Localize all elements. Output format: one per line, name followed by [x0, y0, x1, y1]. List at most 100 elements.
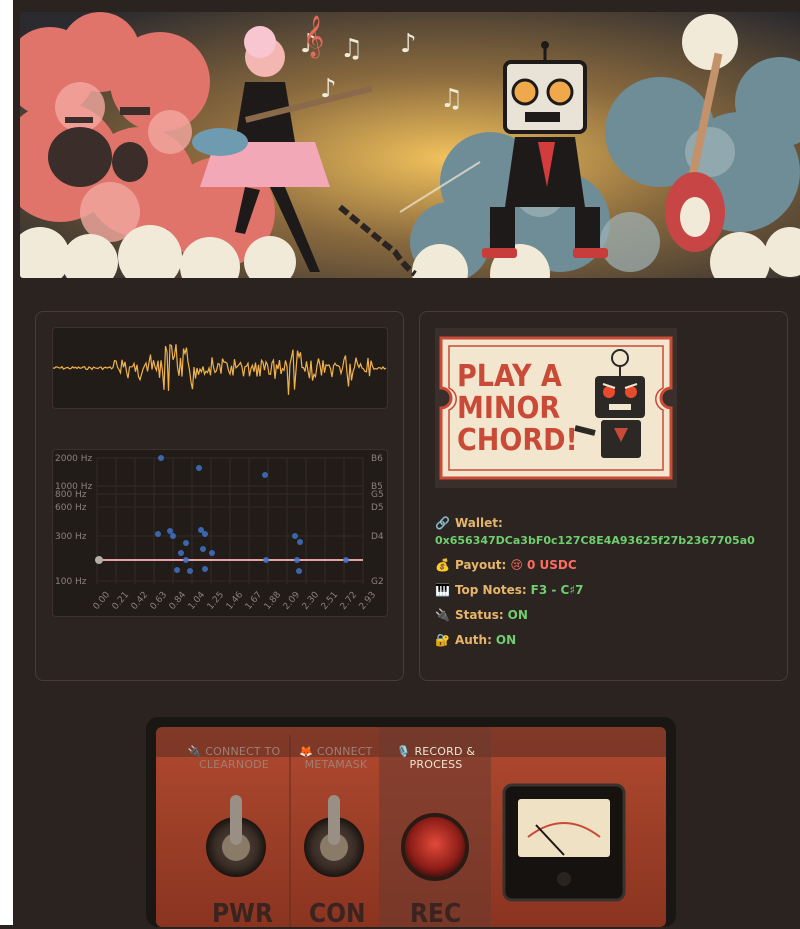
- svg-text:𝄞: 𝄞: [303, 15, 324, 58]
- pitch-point: [202, 566, 208, 572]
- time-tick-label: 0.42: [130, 590, 151, 612]
- pitch-chart: 2000 Hz 1000 Hz 800 Hz 600 Hz 300 Hz 100 Hz B6…: [52, 449, 388, 617]
- note-tick-label: D5: [371, 503, 384, 513]
- plug-icon: 🔌: [187, 745, 202, 758]
- time-tick-label: 2.72: [339, 590, 360, 612]
- link-icon: 🔗: [435, 516, 450, 530]
- waveform-display: [52, 327, 388, 409]
- vu-meter: [504, 785, 624, 900]
- waveform-trace: [53, 343, 387, 395]
- money-bag-icon: 💰: [435, 558, 450, 572]
- wallet-address: 0x656347DCa3bF0c127C8E4A93625f27b2367705…: [435, 534, 755, 547]
- pitch-chart-svg: 2000 Hz1000 Hz800 Hz600 Hz300 Hz100 HzB6…: [55, 454, 384, 612]
- pitch-point: [200, 546, 206, 552]
- time-tick-label: 1.88: [263, 590, 284, 612]
- freq-tick-label: 600 Hz: [55, 503, 87, 513]
- note-tick-label: D4: [371, 532, 384, 542]
- freq-tick-label: 300 Hz: [55, 532, 87, 542]
- lock-key-icon: 🔐: [435, 633, 450, 647]
- power-toggle-switch[interactable]: [206, 817, 266, 887]
- pitch-point: [262, 472, 268, 478]
- note-tick-label: G2: [371, 577, 384, 587]
- pitch-point: [178, 550, 184, 556]
- wallet-label: Wallet:: [454, 516, 503, 530]
- pitch-point: [155, 531, 161, 537]
- time-tick-label: 1.67: [244, 590, 265, 612]
- note-tick-label: G5: [371, 490, 384, 500]
- challenge-ticket: PLAY A MINOR CHORD!: [435, 328, 677, 488]
- page-edge: [0, 0, 13, 925]
- time-tick-label: 0.00: [92, 590, 113, 612]
- pitch-point: [167, 528, 173, 534]
- auth-label: Auth:: [454, 633, 492, 647]
- time-tick-label: 0.21: [111, 590, 132, 612]
- plug-icon: 🔌: [435, 608, 450, 622]
- time-tick-label: 2.30: [301, 590, 322, 612]
- payout-row: 💰 Payout: 😢 0 USDC: [435, 558, 577, 572]
- connect-toggle-switch[interactable]: [304, 817, 364, 887]
- pitch-point: [170, 533, 176, 539]
- pitch-point: [209, 550, 215, 556]
- pitch-point: [183, 557, 189, 563]
- ticket-line-3: CHORD!: [457, 423, 578, 458]
- playhead-marker: [95, 556, 103, 564]
- pitch-point: [158, 455, 164, 461]
- payout-label: Payout:: [454, 558, 507, 572]
- pitch-point: [202, 531, 208, 537]
- freq-tick-label: 100 Hz: [55, 577, 87, 587]
- pitch-point: [294, 557, 300, 563]
- ticket-line-2: MINOR: [457, 391, 560, 426]
- time-tick-label: 1.25: [206, 590, 227, 612]
- freq-tick-label: 800 Hz: [55, 490, 87, 500]
- piano-icon: 🎹: [435, 583, 450, 597]
- auth-value: ON: [495, 633, 517, 647]
- time-tick-label: 1.04: [187, 590, 208, 612]
- time-tick-label: 2.93: [358, 590, 379, 612]
- time-tick-label: 2.51: [320, 590, 341, 612]
- time-tick-label: 2.09: [282, 590, 303, 612]
- pitch-point: [292, 533, 298, 539]
- pitch-point: [174, 567, 180, 573]
- svg-text:♪: ♪: [400, 29, 417, 59]
- connect-metamask-label: CONNECT METAMASK: [304, 745, 373, 771]
- waveform-svg: [53, 343, 387, 395]
- status-panel: PLAY A MINOR CHORD! 🔗 Wallet: 0x656347DCa…: [419, 311, 788, 681]
- amp-control-panel: 🔌 CONNECT TO CLEARNODE 🦊 CONNECT METAMAS…: [146, 717, 676, 929]
- status-value: ON: [507, 608, 528, 622]
- svg-text:♫: ♫: [340, 34, 363, 64]
- status-row: 🔌 Status: ON: [435, 608, 528, 622]
- top-notes-value: F3 - C♯7: [530, 583, 584, 597]
- pitch-point: [187, 568, 193, 574]
- pitch-point: [343, 557, 349, 563]
- payout-value: 😢 0 USDC: [510, 558, 577, 572]
- wallet-row: 🔗 Wallet:: [435, 516, 503, 530]
- record-button[interactable]: [403, 815, 467, 879]
- connect-clearnode-label: CONNECT TO CLEARNODE: [198, 745, 281, 771]
- note-tick-label: B6: [371, 454, 383, 464]
- auth-row: 🔐 Auth: ON: [435, 633, 516, 647]
- connect-metamask-button[interactable]: 🦊 CONNECT METAMASK: [294, 745, 378, 771]
- top-notes-row: 🎹 Top Notes: F3 - C♯7: [435, 583, 584, 597]
- hero-banner: ♪ ♫ ♪ ♫ ♪ 𝄞: [20, 12, 800, 278]
- record-process-label: RECORD & PROCESS: [409, 745, 476, 771]
- pitch-point: [263, 557, 269, 563]
- ticket-graphic: PLAY A MINOR CHORD!: [435, 328, 677, 488]
- record-process-button[interactable]: 🎙️ RECORD & PROCESS: [382, 745, 490, 771]
- pitch-point: [183, 540, 189, 546]
- time-tick-label: 0.84: [168, 590, 189, 612]
- visualizer-panel: 2000 Hz 1000 Hz 800 Hz 600 Hz 300 Hz 100 Hz B6…: [35, 311, 404, 681]
- time-tick-label: 1.46: [225, 590, 246, 612]
- pitch-point: [196, 465, 202, 471]
- fox-icon: 🦊: [299, 745, 314, 758]
- pitch-point: [297, 539, 303, 545]
- status-label: Status:: [454, 608, 504, 622]
- top-notes-label: Top Notes:: [454, 583, 527, 597]
- banner-illustration: ♪ ♫♪ ♫♪ 𝄞: [20, 12, 800, 278]
- freq-tick-label: 2000 Hz: [55, 454, 93, 464]
- svg-text:♪: ♪: [320, 74, 337, 104]
- ticket-line-1: PLAY A: [457, 359, 562, 394]
- svg-text:♫: ♫: [440, 84, 463, 114]
- microphone-icon: 🎙️: [396, 745, 411, 758]
- pitch-point: [296, 568, 302, 574]
- connect-clearnode-button[interactable]: 🔌 CONNECT TO CLEARNODE: [186, 745, 282, 771]
